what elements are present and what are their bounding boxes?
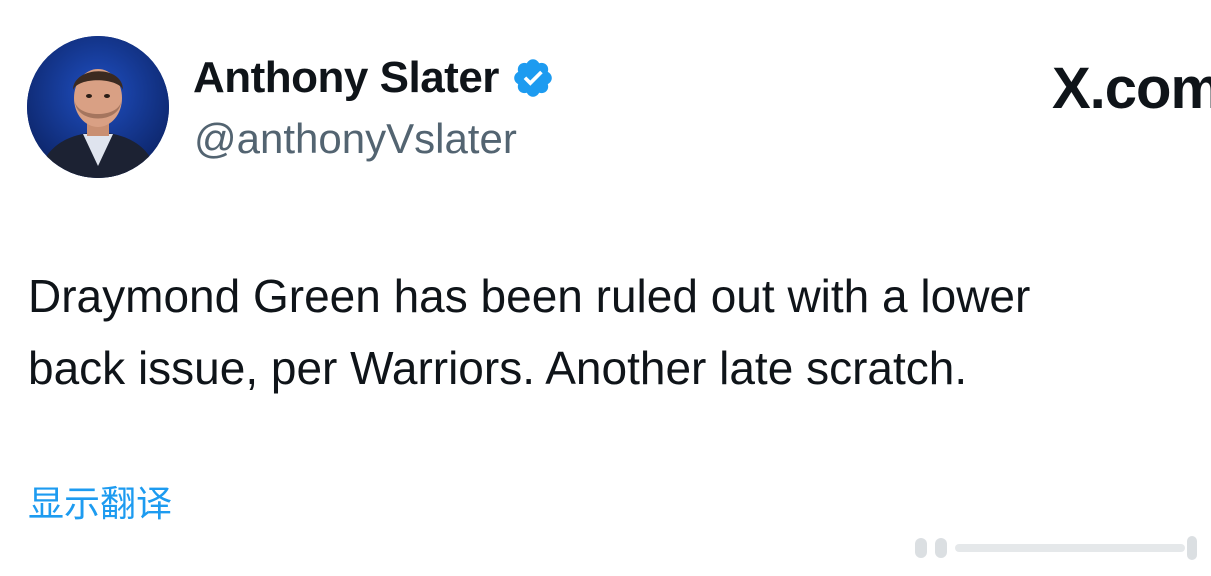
verified-badge-icon xyxy=(511,56,555,100)
watermark-mark xyxy=(915,536,1197,560)
tweet-text-line: back issue, per Warriors. Another late s… xyxy=(28,342,968,394)
profile-photo xyxy=(27,36,169,178)
author-handle[interactable]: @anthonyVslater xyxy=(194,114,517,164)
author-display-name[interactable]: Anthony Slater xyxy=(193,52,499,104)
x-com-logo: X.com xyxy=(1052,56,1211,121)
show-translation-link[interactable]: 显示翻译 xyxy=(28,482,172,528)
tweet-text-line: Draymond Green has been ruled out with a… xyxy=(28,270,1031,322)
avatar[interactable] xyxy=(27,36,169,178)
tweet-text: Draymond Green has been ruled out with a… xyxy=(28,260,1211,404)
author-name-row: Anthony Slater xyxy=(193,52,555,104)
